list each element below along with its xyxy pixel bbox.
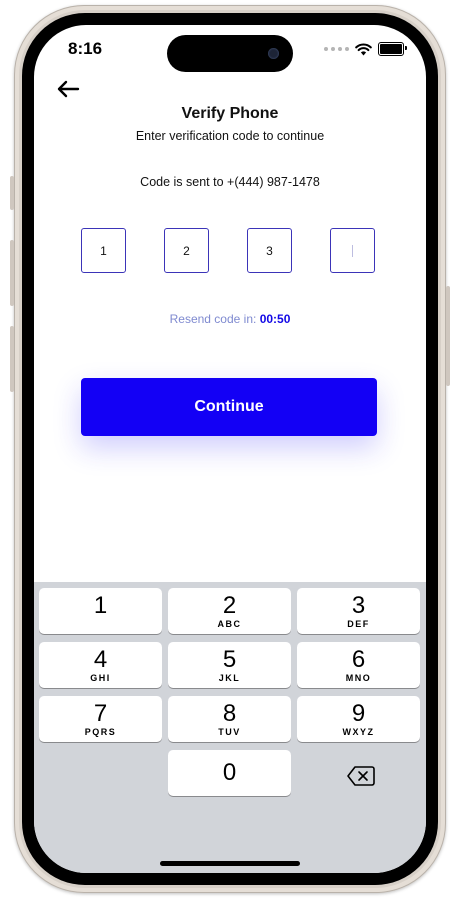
phone-screen: 8:16 Verify Phone Enter verification cod…	[34, 25, 426, 873]
numeric-keypad: 1 2 ABC 3 DEF 4 GHI 5 JKL 6 MNO 7 PQRS 8…	[34, 582, 426, 873]
key-digit: 5	[222, 646, 237, 673]
key-letters: TUV	[218, 727, 241, 737]
code-digit-box-1[interactable]: 1	[81, 228, 126, 273]
phone-volume-down	[10, 326, 14, 392]
page-subtitle: Enter verification code to continue	[135, 129, 325, 143]
key-8[interactable]: 8 TUV	[168, 696, 291, 742]
key-letters: JKL	[218, 673, 241, 683]
backspace-icon	[347, 766, 375, 786]
key-2[interactable]: 2 ABC	[168, 588, 291, 634]
key-letters: DEF	[347, 619, 370, 629]
key-digit: 6	[351, 646, 366, 673]
backspace-key[interactable]	[346, 765, 376, 787]
code-sent-info: Code is sent to +(444) 987-1478	[140, 175, 320, 189]
key-1[interactable]: 1	[39, 588, 162, 634]
key-digit: 2	[222, 592, 237, 619]
key-digit: 4	[93, 646, 108, 673]
key-3[interactable]: 3 DEF	[297, 588, 420, 634]
status-icons	[324, 42, 407, 56]
key-9[interactable]: 9 WXYZ	[297, 696, 420, 742]
continue-button[interactable]: Continue	[81, 378, 377, 436]
dynamic-island	[167, 35, 293, 72]
code-digit-box-4[interactable]	[330, 228, 375, 273]
phone-power-button	[446, 286, 450, 386]
key-letters: MNO	[345, 673, 372, 683]
key-7[interactable]: 7 PQRS	[39, 696, 162, 742]
wifi-icon	[355, 42, 372, 55]
key-digit: 8	[222, 700, 237, 727]
code-digit-value: 2	[183, 243, 190, 258]
resend-code-text: Resend code in: 00:50	[34, 312, 426, 326]
key-letters: GHI	[90, 673, 111, 683]
home-indicator[interactable]	[160, 861, 300, 866]
phone-volume-up	[10, 240, 14, 306]
code-digit-value: 3	[266, 243, 273, 258]
key-letters: PQRS	[84, 727, 117, 737]
key-0[interactable]: 0	[168, 750, 291, 796]
key-letters: WXYZ	[342, 727, 375, 737]
key-5[interactable]: 5 JKL	[168, 642, 291, 688]
page-title: Verify Phone	[181, 105, 279, 122]
arrow-left-icon	[57, 80, 80, 98]
code-digit-box-3[interactable]: 3	[247, 228, 292, 273]
key-digit: 9	[351, 700, 366, 727]
signal-dots-icon	[324, 47, 349, 51]
back-button[interactable]	[54, 77, 84, 101]
status-time: 8:16	[68, 39, 103, 58]
code-digit-box-2[interactable]: 2	[164, 228, 209, 273]
camera-icon	[268, 48, 279, 59]
code-digit-value: 1	[100, 243, 107, 258]
key-4[interactable]: 4 GHI	[39, 642, 162, 688]
key-digit: 0	[222, 759, 237, 786]
key-digit: 3	[351, 592, 366, 619]
key-digit: 1	[93, 592, 108, 619]
battery-icon	[378, 42, 407, 56]
resend-label: Resend code in:	[169, 312, 257, 326]
key-6[interactable]: 6 MNO	[297, 642, 420, 688]
key-digit: 7	[93, 700, 108, 727]
key-letters: ABC	[217, 619, 242, 629]
phone-action-button	[10, 176, 14, 210]
text-cursor	[352, 244, 353, 257]
resend-timer: 00:50	[259, 312, 291, 326]
